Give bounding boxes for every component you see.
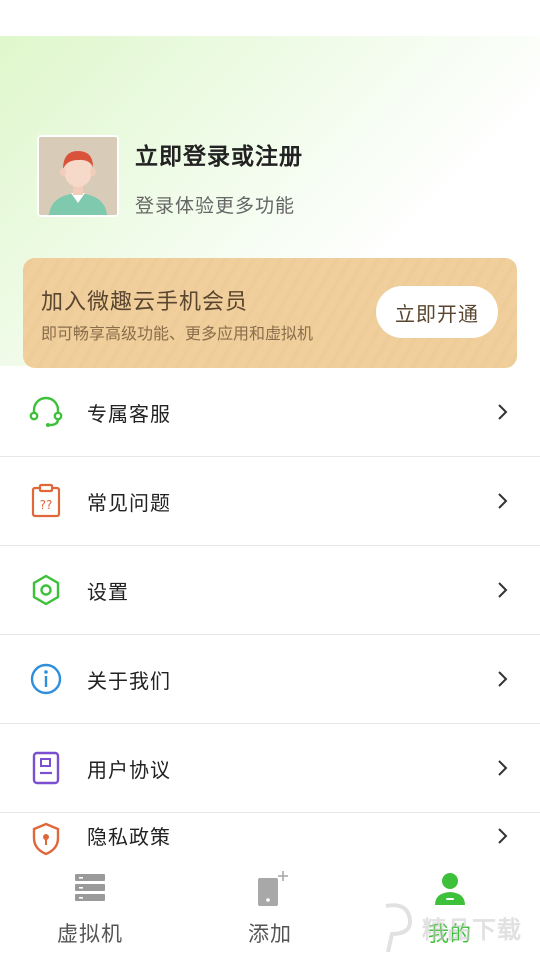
server-stack-icon: [75, 874, 105, 901]
vip-membership-card[interactable]: 加入微趣云手机会员 即可畅享高级功能、更多应用和虚拟机 立即开通: [23, 258, 517, 368]
menu-item-label: 常见问题: [87, 490, 171, 515]
tab-virtual-machines[interactable]: 虚拟机: [0, 858, 180, 960]
tab-add[interactable]: 添加: [180, 858, 360, 960]
menu-item-label: 专属客服: [87, 401, 171, 426]
menu-item-about-us[interactable]: 关于我们: [0, 635, 540, 724]
menu-item-label: 隐私政策: [87, 825, 171, 849]
menu-item-label: 关于我们: [87, 668, 171, 693]
chevron-right-icon: [498, 828, 508, 844]
menu-item-label: 设置: [87, 579, 129, 604]
login-subtitle: 登录体验更多功能: [135, 195, 296, 217]
menu-item-settings[interactable]: 设置: [0, 546, 540, 635]
login-title[interactable]: 立即登录或注册: [135, 137, 303, 171]
chevron-right-icon: [498, 493, 508, 509]
menu-item-user-agreement[interactable]: 用户协议: [0, 724, 540, 813]
agreement-document-icon: [28, 750, 64, 786]
activate-membership-button[interactable]: 立即开通: [376, 286, 498, 338]
info-icon: [28, 661, 64, 697]
vip-title: 加入微趣云手机会员: [41, 290, 249, 315]
profile-section[interactable]: 立即登录或注册 登录体验更多功能: [37, 135, 303, 218]
vip-subtitle: 即可畅享高级功能、更多应用和虚拟机: [41, 324, 314, 343]
menu-item-faq[interactable]: ?? 常见问题: [0, 457, 540, 546]
menu-item-label: 用户协议: [87, 757, 171, 782]
default-avatar-icon: [39, 137, 117, 215]
svg-text:??: ??: [40, 498, 53, 512]
site-watermark: 精品下载: [378, 900, 538, 958]
headset-icon: [28, 394, 64, 430]
watermark-text: 精品下载: [422, 916, 522, 944]
chevron-right-icon: [498, 671, 508, 687]
privacy-shield-icon: [28, 821, 64, 857]
chevron-right-icon: [498, 404, 508, 420]
watermark-logo-icon: [385, 903, 413, 953]
avatar[interactable]: [37, 135, 119, 217]
add-phone-icon: [258, 871, 288, 906]
menu-list: 专属客服 ?? 常见问题 设置 关于我们 用户协议 隐私政策: [0, 368, 540, 873]
tab-label: 添加: [248, 922, 292, 946]
hexagon-settings-icon: [28, 572, 64, 608]
menu-item-customer-service[interactable]: 专属客服: [0, 368, 540, 457]
tab-label: 虚拟机: [57, 922, 123, 946]
chevron-right-icon: [498, 582, 508, 598]
chevron-right-icon: [498, 760, 508, 776]
faq-clipboard-icon: ??: [28, 483, 64, 519]
